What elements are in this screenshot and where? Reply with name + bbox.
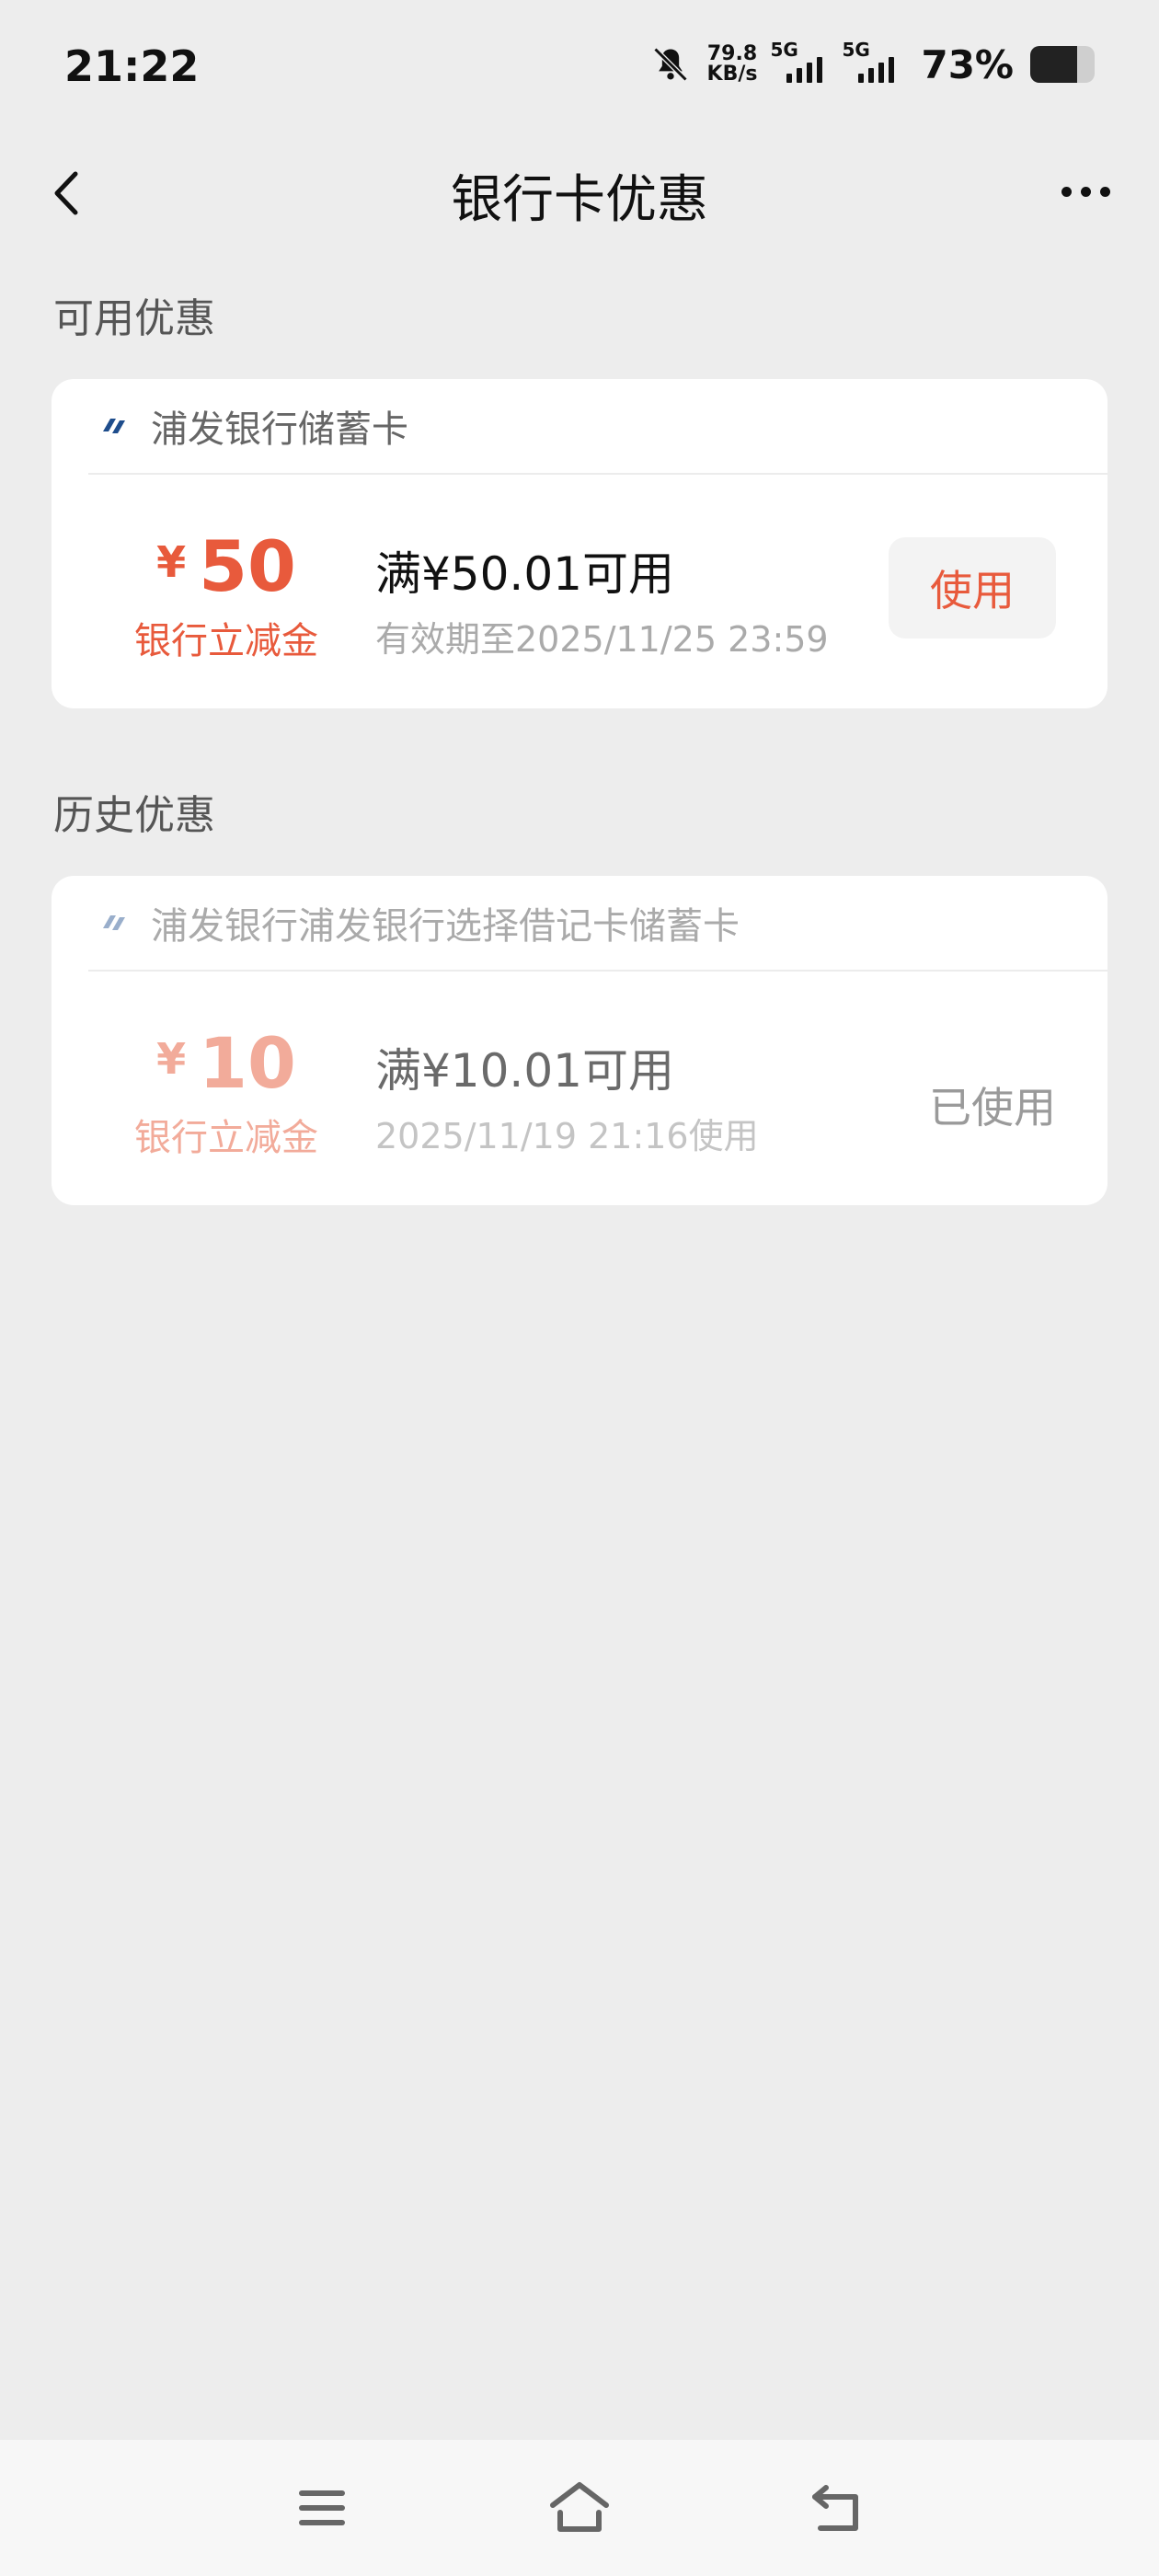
bank-logo-icon [96,904,132,941]
card-body: ¥10 银行立减金 满¥10.01可用 2025/11/19 21:16使用 已… [52,972,1107,1205]
use-button[interactable]: 使用 [889,537,1056,638]
section-title-available: 可用优惠 [53,295,215,342]
battery-percent: 73% [921,41,1014,87]
bank-logo-icon [96,408,132,444]
amount-value: 50 [199,525,296,607]
net-speed: 79.8 KB/s [706,42,758,86]
currency-symbol: ¥ [156,537,187,587]
more-button[interactable] [1049,164,1122,219]
status-icons: 79.8 KB/s 5G 5G 73% [650,37,1095,92]
back-nav-button[interactable] [800,2471,874,2545]
signal-icon-2: 5G [842,39,904,83]
signal-icon: 5G [770,39,829,83]
home-button[interactable] [543,2471,616,2545]
history-coupon-card[interactable]: 浦发银行浦发银行选择借记卡储蓄卡 ¥10 银行立减金 满¥10.01可用 202… [52,876,1107,1205]
status-bar: 21:22 79.8 KB/s 5G 5G 73% [0,0,1159,138]
amount-value: 10 [199,1022,296,1104]
navigation-bar: 银行卡优惠 [0,138,1159,248]
menu-button[interactable] [285,2471,359,2545]
card-header: 浦发银行储蓄卡 [88,379,1107,475]
status-time: 21:22 [64,41,200,91]
coupon-validity: 有效期至2025/11/25 23:59 [375,619,829,660]
system-navigation-bar [0,2440,1159,2576]
home-icon [550,2482,609,2532]
coupon-condition: 满¥50.01可用 [375,547,674,601]
bank-name: 浦发银行浦发银行选择借记卡储蓄卡 [151,905,740,948]
available-coupon-card[interactable]: 浦发银行储蓄卡 ¥50 银行立减金 满¥50.01可用 有效期至2025/11/… [52,379,1107,708]
more-dots-icon [1061,186,1072,197]
bank-name: 浦发银行储蓄卡 [151,408,408,451]
coupon-used-time: 2025/11/19 21:16使用 [375,1116,759,1156]
coupon-condition: 满¥10.01可用 [375,1044,674,1098]
coupon-amount: ¥50 银行立减金 [88,530,364,664]
currency-symbol: ¥ [156,1034,187,1084]
battery-icon [1030,46,1095,83]
used-status: 已使用 [929,1083,1056,1133]
page-title: 银行卡优惠 [451,170,708,230]
card-header: 浦发银行浦发银行选择借记卡储蓄卡 [88,876,1107,972]
back-return-icon [812,2485,858,2531]
amount-label: 银行立减金 [134,1117,318,1159]
coupon-amount: ¥10 银行立减金 [88,1027,364,1161]
bell-muted-icon [653,47,687,82]
card-body: ¥50 银行立减金 满¥50.01可用 有效期至2025/11/25 23:59… [52,475,1107,708]
menu-icon [299,2490,345,2525]
section-title-history: 历史优惠 [53,792,215,839]
amount-label: 银行立减金 [134,620,318,662]
